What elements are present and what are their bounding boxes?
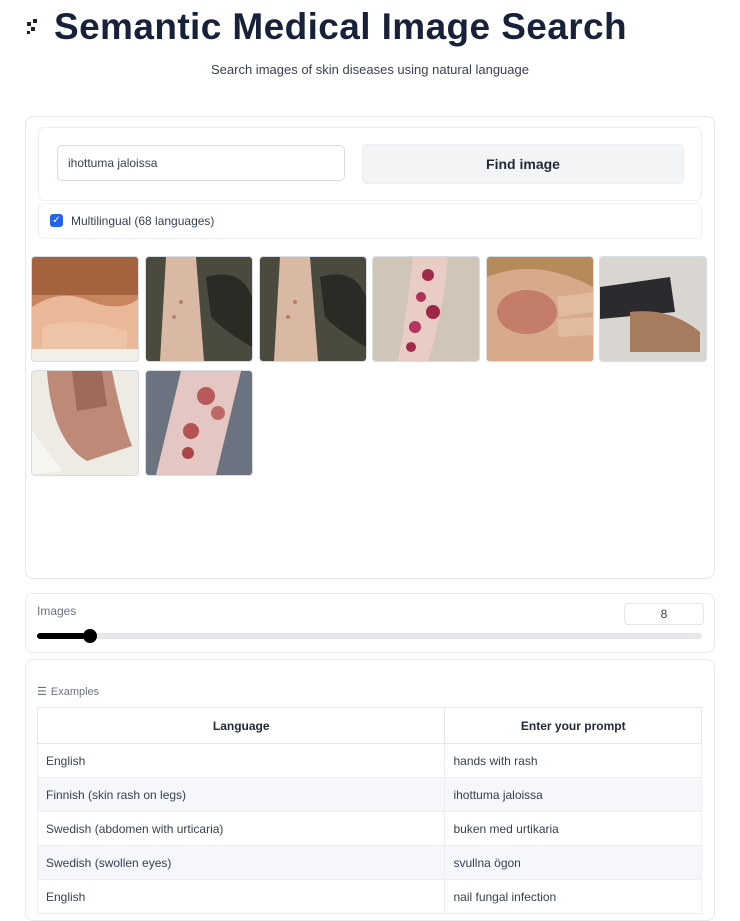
- table-cell-language[interactable]: English: [36, 879, 446, 914]
- examples-panel: ☰ Examples Language Enter your prompt En…: [25, 659, 715, 921]
- table-cell-language[interactable]: English: [36, 743, 446, 778]
- list-icon: ☰: [37, 686, 47, 698]
- images-label: Images: [37, 604, 77, 618]
- gallery-image-3[interactable]: [260, 257, 366, 361]
- images-slider-handle[interactable]: [83, 629, 98, 643]
- column-header-language: Language: [36, 707, 446, 744]
- page-title: Semantic Medical Image Search: [54, 6, 628, 47]
- search-row: Find image: [38, 127, 702, 201]
- multilingual-checkbox[interactable]: ✓: [50, 214, 63, 227]
- table-cell-prompt[interactable]: hands with rash: [444, 743, 702, 778]
- images-number-input[interactable]: 8: [624, 603, 704, 625]
- multilingual-row: ✓ Multilingual (68 languages): [38, 203, 702, 239]
- table-cell-language[interactable]: Swedish (swollen eyes): [36, 845, 446, 880]
- table-cell-prompt[interactable]: svullna ögon: [444, 845, 702, 880]
- app-logo-icon: [27, 19, 41, 35]
- gallery-image-1[interactable]: [32, 257, 138, 361]
- table-row[interactable]: Swedish (swollen eyes) svullna ögon: [36, 845, 702, 880]
- gallery-image-7[interactable]: [32, 371, 138, 475]
- multilingual-label[interactable]: Multilingual (68 languages): [71, 214, 214, 228]
- gallery-image-8[interactable]: [146, 371, 252, 475]
- image-gallery: [32, 257, 708, 477]
- column-header-prompt: Enter your prompt: [444, 707, 702, 744]
- examples-table: Language Enter your prompt English hands…: [36, 707, 702, 914]
- gallery-image-5[interactable]: [487, 257, 593, 361]
- table-row[interactable]: Swedish (abdomen with urticaria) buken m…: [36, 811, 702, 846]
- gallery-image-4[interactable]: [373, 257, 479, 361]
- gallery-image-2[interactable]: [146, 257, 252, 361]
- search-input[interactable]: [57, 145, 345, 181]
- table-row[interactable]: Finnish (skin rash on legs) ihottuma jal…: [36, 777, 702, 812]
- table-row[interactable]: English hands with rash: [36, 743, 702, 778]
- table-cell-prompt[interactable]: buken med urtikaria: [444, 811, 702, 846]
- table-cell-prompt[interactable]: nail fungal infection: [444, 879, 702, 914]
- table-cell-prompt[interactable]: ihottuma jaloissa: [444, 777, 702, 812]
- examples-label: Examples: [50, 685, 100, 698]
- images-count-panel: Images 8: [25, 593, 715, 653]
- find-image-button[interactable]: Find image: [362, 144, 684, 184]
- table-row[interactable]: English nail fungal infection: [36, 879, 702, 914]
- examples-header[interactable]: ☰ Examples: [37, 685, 100, 699]
- gallery-image-6[interactable]: [600, 257, 706, 361]
- images-slider[interactable]: [37, 629, 702, 643]
- table-cell-language[interactable]: Swedish (abdomen with urticaria): [36, 811, 446, 846]
- page-subtitle: Search images of skin diseases using nat…: [211, 62, 529, 77]
- table-cell-language[interactable]: Finnish (skin rash on legs): [36, 777, 446, 812]
- search-panel: Find image ✓ Multilingual (68 languages): [25, 116, 715, 579]
- examples-table-header: Language Enter your prompt: [36, 707, 702, 744]
